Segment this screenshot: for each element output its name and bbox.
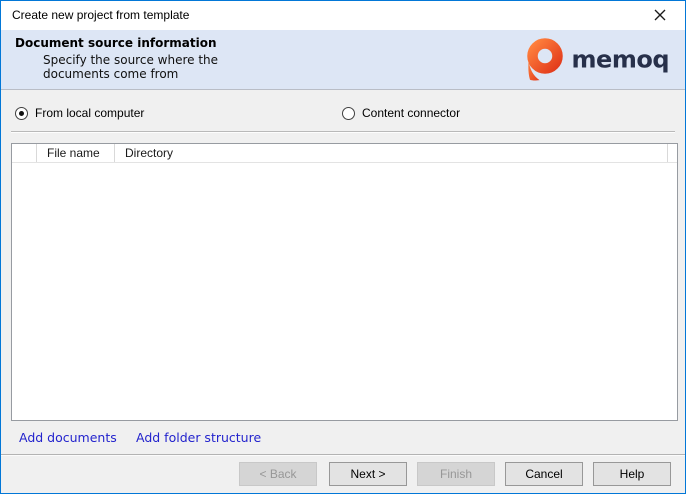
cancel-button[interactable]: Cancel: [505, 462, 583, 486]
documents-table[interactable]: File name Directory: [11, 143, 678, 421]
separator: [1, 454, 685, 456]
document-list[interactable]: [12, 163, 677, 420]
radio-unselected-icon: [342, 107, 355, 120]
add-folder-structure-link[interactable]: Add folder structure: [136, 430, 261, 445]
radio-label: From local computer: [35, 106, 144, 120]
create-project-dialog: Create new project from template Documen…: [0, 0, 686, 494]
close-icon: [654, 9, 666, 24]
memoq-q-icon: [525, 36, 563, 83]
table-header-row: File name Directory: [12, 144, 677, 163]
separator: [11, 131, 675, 133]
radio-selected-icon: [15, 107, 28, 120]
add-documents-link[interactable]: Add documents: [19, 430, 117, 445]
radio-label: Content connector: [362, 106, 460, 120]
close-button[interactable]: [644, 6, 676, 26]
next-button[interactable]: Next >: [329, 462, 407, 486]
radio-content-connector[interactable]: Content connector: [342, 105, 460, 121]
back-button: < Back: [239, 462, 317, 486]
subtitle-line-2: documents come from: [43, 67, 178, 81]
wizard-header: Document source information Specify the …: [1, 30, 685, 90]
help-button[interactable]: Help: [593, 462, 671, 486]
window-title: Create new project from template: [12, 1, 189, 30]
table-header-select[interactable]: [12, 144, 37, 162]
subtitle-line-1: Specify the source where the: [43, 53, 218, 67]
title-bar[interactable]: Create new project from template: [1, 1, 685, 30]
table-header-directory[interactable]: Directory: [115, 144, 668, 162]
page-title: Document source information: [15, 36, 217, 50]
memoq-logo: memoq: [525, 36, 669, 83]
radio-from-local-computer[interactable]: From local computer: [15, 105, 144, 121]
memoq-wordmark: memoq: [572, 48, 669, 72]
finish-button: Finish: [417, 462, 495, 486]
page-subtitle: Specify the source where the documents c…: [43, 53, 218, 81]
table-header-file-name[interactable]: File name: [37, 144, 115, 162]
